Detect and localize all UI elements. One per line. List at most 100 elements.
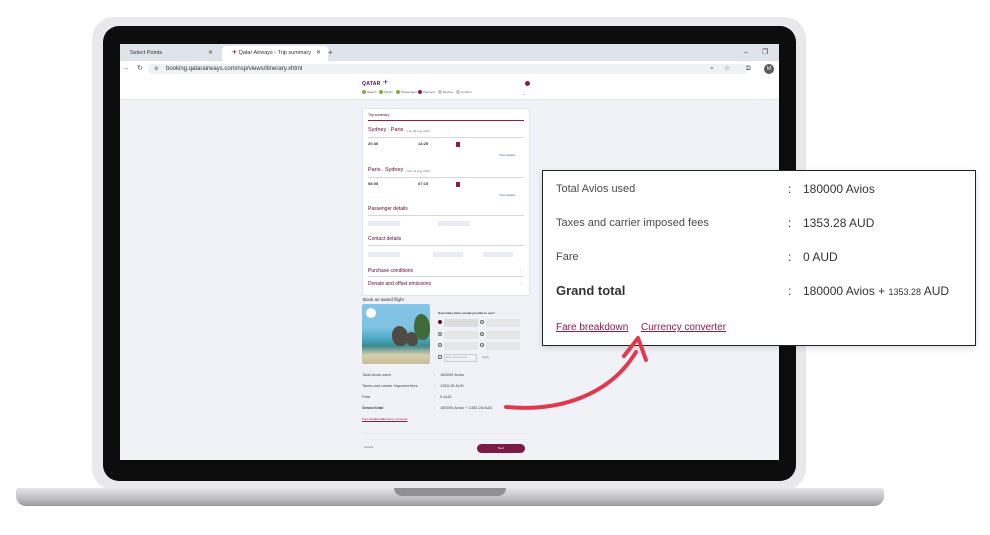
new-tab-button[interactable]: + [328, 46, 333, 59]
qatar-favicon-icon: ✈ [232, 50, 238, 56]
purchase-conditions-toggle[interactable]: Purchase conditions [368, 268, 413, 274]
avios-option-radio[interactable] [438, 320, 442, 324]
oryx-logo-icon: ✈ [383, 80, 389, 86]
divider [362, 433, 528, 434]
avios-option-radio[interactable] [438, 343, 442, 347]
outbound-route: Sydney › Paris [368, 127, 403, 133]
avios-option-label[interactable] [486, 319, 520, 327]
avios-option-radio[interactable] [438, 332, 442, 336]
zoom-fare-breakdown-link[interactable]: Fare breakdown [556, 322, 628, 333]
tab-label: Select Points [130, 50, 163, 56]
separator: : [434, 405, 436, 410]
zoom-grand-total-value: 180000 Avios + 1353.28 AUD [803, 284, 949, 298]
site-settings-icon[interactable]: ⚙ [154, 61, 158, 77]
divider [368, 137, 524, 138]
laptop-notch [394, 488, 506, 496]
flight-carrier-icon [456, 142, 460, 147]
contact-phone-field [483, 252, 513, 257]
zoom-icon[interactable]: ⌕ [710, 61, 714, 77]
divider [368, 245, 524, 246]
zoom-grand-total-label: Grand total [556, 283, 626, 298]
grand-amount-part: 1353.28 [888, 287, 922, 297]
avios-option-label[interactable] [444, 331, 478, 339]
zoom-taxes-label: Taxes and carrier imposed fees [556, 217, 709, 229]
fare-label: Fare [362, 394, 371, 399]
custom-avios-input[interactable]: Enter Avios to use [444, 354, 477, 362]
award-flight-heading: Book an award flight [363, 297, 404, 302]
restore-icon[interactable]: ❐ [762, 46, 768, 59]
chevron-right-icon[interactable]: › [520, 281, 521, 285]
next-button[interactable]: Next [477, 444, 525, 453]
inbound-view-details[interactable]: View details [499, 193, 515, 197]
trip-summary-heading: Trip summary [368, 113, 390, 117]
arrow-right-icon: › [382, 167, 384, 172]
trip-summary-card: Trip summary Sydney › Paris Tue 06 Aug 2… [362, 108, 530, 296]
step-review: Review [438, 90, 453, 95]
step-label: Review [443, 90, 453, 94]
inbound-route: Paris › Sydney [368, 167, 403, 173]
apply-avios-button[interactable]: Apply [482, 355, 490, 359]
avios-option-label[interactable] [486, 331, 520, 339]
avios-option-radio[interactable] [480, 320, 484, 324]
avios-option-label[interactable] [444, 319, 478, 327]
notification-dot-icon[interactable] [525, 81, 530, 86]
beach-promo-image [362, 304, 430, 364]
palm-shape [414, 314, 430, 340]
total-avios-value: 180000 Avios [440, 372, 464, 377]
avios-option-radio[interactable] [480, 332, 484, 336]
qatar-logo[interactable]: QATAR [362, 81, 381, 87]
origin-city: Sydney [368, 127, 387, 133]
step-label: Confirm [461, 90, 472, 94]
minimize-icon[interactable]: – [744, 46, 748, 59]
fare-value: 0 AUD [440, 394, 452, 399]
destination-city: Paris [390, 127, 404, 133]
arrow-right-icon: › [387, 127, 390, 132]
passenger-dob-field [438, 221, 470, 226]
close-icon[interactable]: ✕ [208, 46, 213, 61]
step-flights: Flights [379, 90, 393, 95]
avios-option-label[interactable] [444, 342, 478, 350]
avios-option-label[interactable] [486, 342, 520, 350]
divider [368, 276, 524, 277]
step-search: Search [362, 90, 377, 95]
divider [368, 177, 524, 178]
outbound-depart-time: 20:40 [368, 141, 379, 146]
grand-currency-part: AUD [923, 284, 950, 298]
address-bar: → ↻ ⚙ booking.qatarairways.com/nsp/views… [120, 61, 779, 78]
tab-trip-summary[interactable]: ✈ Qatar Airways - Trip summary ✕ [222, 46, 328, 61]
passenger-name-field [368, 221, 400, 226]
fare-breakdown-link[interactable]: Fare breakdown [362, 417, 384, 421]
avios-question: How many Avios would you like to use? [438, 311, 495, 315]
promo-badge-icon [366, 308, 376, 318]
avatar[interactable]: M [764, 64, 774, 74]
step-label: Payment [423, 90, 435, 94]
separator: : [434, 394, 436, 399]
step-label: Passengers [401, 90, 417, 94]
taxes-value: 1353.28 AUD [440, 383, 464, 388]
step-passengers: Passengers [396, 90, 417, 95]
chevron-down-icon[interactable]: ⌄ [522, 91, 525, 96]
tab-select-points[interactable]: Select Points ✕ [120, 46, 220, 61]
taxes-label: Taxes and carrier imposed fees [362, 383, 418, 388]
inbound-arrive-time: 07:15 [418, 181, 429, 186]
forward-icon[interactable]: → [122, 61, 129, 77]
zoom-currency-converter-link[interactable]: Currency converter [641, 322, 726, 333]
separator: : [434, 383, 436, 388]
extensions-icon[interactable]: ⧉ [746, 61, 751, 77]
check-icon [396, 90, 400, 95]
url-text[interactable]: booking.qatarairways.com/nsp/views/itine… [166, 61, 302, 77]
cancel-button[interactable]: Cancel [364, 445, 373, 449]
close-icon[interactable]: ✕ [316, 46, 321, 61]
currency-converter-link[interactable]: Currency converter [382, 417, 408, 421]
chevron-right-icon[interactable]: › [520, 268, 521, 272]
pending-step-icon [438, 90, 442, 95]
custom-avios-checkbox[interactable] [438, 355, 442, 359]
avios-option-radio[interactable] [480, 343, 484, 347]
separator: : [788, 182, 792, 196]
reload-icon[interactable]: ↻ [137, 61, 143, 77]
bookmark-star-icon[interactable]: ☆ [724, 61, 730, 77]
donate-emissions-toggle[interactable]: Donate and offset emissions [368, 281, 431, 287]
passenger-details-heading: Passenger details [368, 206, 408, 212]
flight-carrier-icon [456, 182, 460, 187]
outbound-view-details[interactable]: View details [499, 153, 515, 157]
